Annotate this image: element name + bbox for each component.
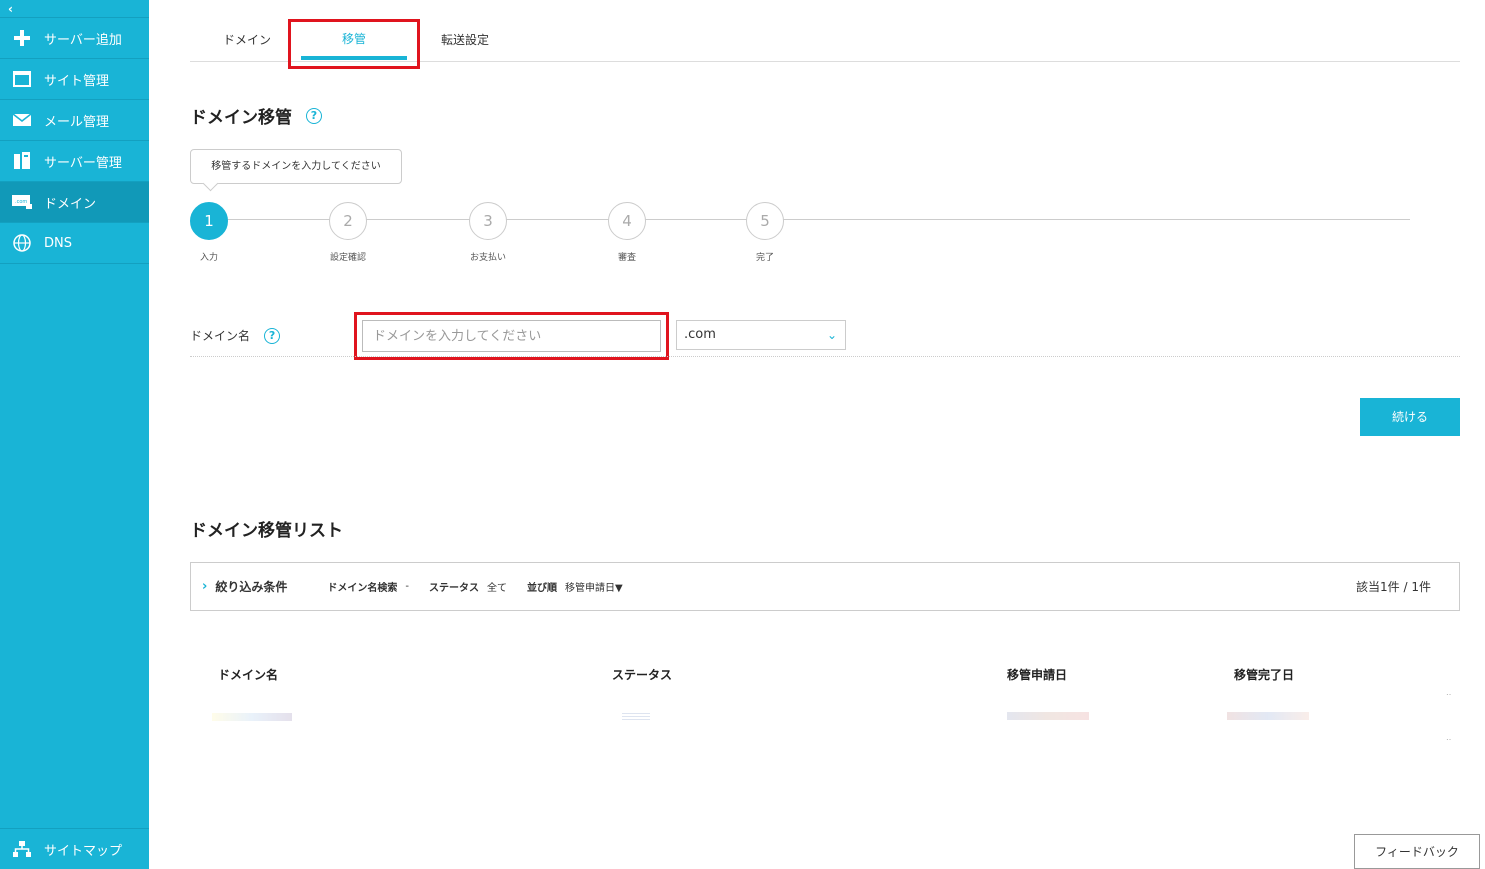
sidebar-item-sitemap[interactable]: サイトマップ [0, 828, 149, 869]
step-4: 4 [608, 202, 646, 240]
tab-label: 転送設定 [440, 33, 489, 47]
tab-label: 移管 [341, 32, 366, 46]
column-header-status: ステータス [612, 668, 673, 682]
blurred-status [622, 713, 650, 721]
blurred-request-date [1007, 712, 1089, 720]
filter-search-label: ドメイン名検索 [327, 583, 398, 594]
blurred-complete-date [1227, 712, 1309, 720]
filter-search-value: - [405, 581, 409, 592]
tooltip-text: 移管するドメインを入力してください [211, 161, 381, 172]
sidebar-item-server-add[interactable]: サーバー追加 [0, 18, 149, 59]
sidebar-collapse-button[interactable]: ‹ [0, 0, 149, 18]
feedback-button[interactable]: フィードバック [1354, 834, 1480, 869]
step-label: 入力 [199, 253, 218, 263]
sidebar-item-label: サイト管理 [44, 73, 110, 89]
sidebar-item-label: サーバー追加 [44, 32, 122, 48]
sidebar-item-site[interactable]: サイト管理 [0, 59, 149, 100]
filter-title: 絞り込み条件 [215, 580, 288, 594]
tld-selected-value: .com [684, 327, 716, 342]
page-title: ドメイン移管 [190, 108, 292, 128]
domain-input-highlight [354, 312, 669, 360]
sidebar-item-label: メール管理 [44, 114, 110, 130]
step-3: 3 [469, 202, 507, 240]
step-1: 1 [190, 202, 228, 240]
filter-status-label: ステータス [428, 583, 479, 594]
tab-label: ドメイン [222, 33, 271, 47]
svg-text:.com: .com [15, 199, 27, 205]
window-icon [0, 71, 44, 87]
active-tab-indicator [301, 56, 407, 60]
row-dots: ‥ [1446, 733, 1452, 742]
sidebar-item-label: サーバー管理 [44, 155, 122, 171]
filter-sort-label: 並び順 [526, 583, 557, 594]
sidebar-item-label: サイトマップ [44, 843, 123, 859]
sidebar-item-dns[interactable]: DNS [0, 223, 149, 264]
main-content: ドメイン 移管 転送設定 ドメイン移管 ? 移管するドメインを入力してください … [190, 0, 1460, 869]
server-icon [0, 152, 44, 170]
filter-status-value: 全て [486, 583, 507, 594]
column-header-domain: ドメイン名 [218, 668, 279, 682]
step-label: 審査 [617, 253, 636, 263]
plus-icon [0, 29, 44, 47]
help-icon[interactable]: ? [264, 327, 281, 344]
globe-icon [0, 234, 44, 252]
filter-sort-value[interactable]: 移管申請日▼ [565, 579, 623, 594]
domain-input[interactable] [362, 320, 661, 352]
step-tooltip: 移管するドメインを入力してください [190, 149, 402, 184]
column-header-complete-date: 移管完了日 [1234, 668, 1295, 682]
tab-transfer[interactable]: 移管 [288, 19, 420, 69]
step-label: お支払い [469, 253, 506, 263]
sitemap-icon [0, 841, 44, 857]
transfer-heading: ドメイン移管 ? [190, 103, 322, 128]
domain-name-label: ドメイン名 ? [190, 327, 281, 344]
chevron-down-icon: ⌄ [826, 328, 837, 342]
domain-icon: .com [0, 195, 44, 209]
transfer-list-title: ドメイン移管リスト [190, 521, 343, 541]
step-label: 設定確認 [329, 253, 366, 263]
field-label-text: ドメイン名 [190, 329, 251, 343]
mail-icon [0, 113, 44, 127]
sidebar-item-label: ドメイン [44, 196, 97, 212]
sidebar-item-server[interactable]: サーバー管理 [0, 141, 149, 182]
blurred-domain [212, 713, 292, 721]
chevron-right-icon[interactable]: › [202, 579, 207, 594]
chevron-left-icon: ‹ [8, 2, 13, 16]
tld-select[interactable]: .com ⌄ [676, 320, 846, 350]
divider [190, 356, 1460, 357]
step-label: 完了 [755, 253, 774, 263]
column-header-request-date: 移管申請日 [1007, 668, 1068, 682]
step-5: 5 [746, 202, 784, 240]
stepper-line [209, 219, 1410, 220]
result-count: 該当1件 / 1件 [1356, 580, 1431, 594]
continue-button[interactable]: 続ける [1360, 398, 1460, 436]
tab-domain[interactable]: ドメイン [212, 20, 282, 61]
tab-forwarding[interactable]: 転送設定 [430, 20, 500, 61]
filter-bar[interactable]: › 絞り込み条件 ドメイン名検索 - ステータス 全て 並び順 移管申請日▼ 該… [190, 562, 1460, 611]
step-2: 2 [329, 202, 367, 240]
sidebar-item-label: DNS [44, 235, 72, 251]
sidebar-item-domain[interactable]: .com ドメイン [0, 182, 149, 223]
help-icon[interactable]: ? [306, 107, 322, 124]
sidebar: ‹ サーバー追加 サイト管理 メール管理 サーバー管理 .com ドメイン DN… [0, 0, 149, 869]
sidebar-item-mail[interactable]: メール管理 [0, 100, 149, 141]
row-dots: ‥ [1446, 688, 1452, 697]
tab-bar: ドメイン 移管 転送設定 [190, 19, 1460, 69]
